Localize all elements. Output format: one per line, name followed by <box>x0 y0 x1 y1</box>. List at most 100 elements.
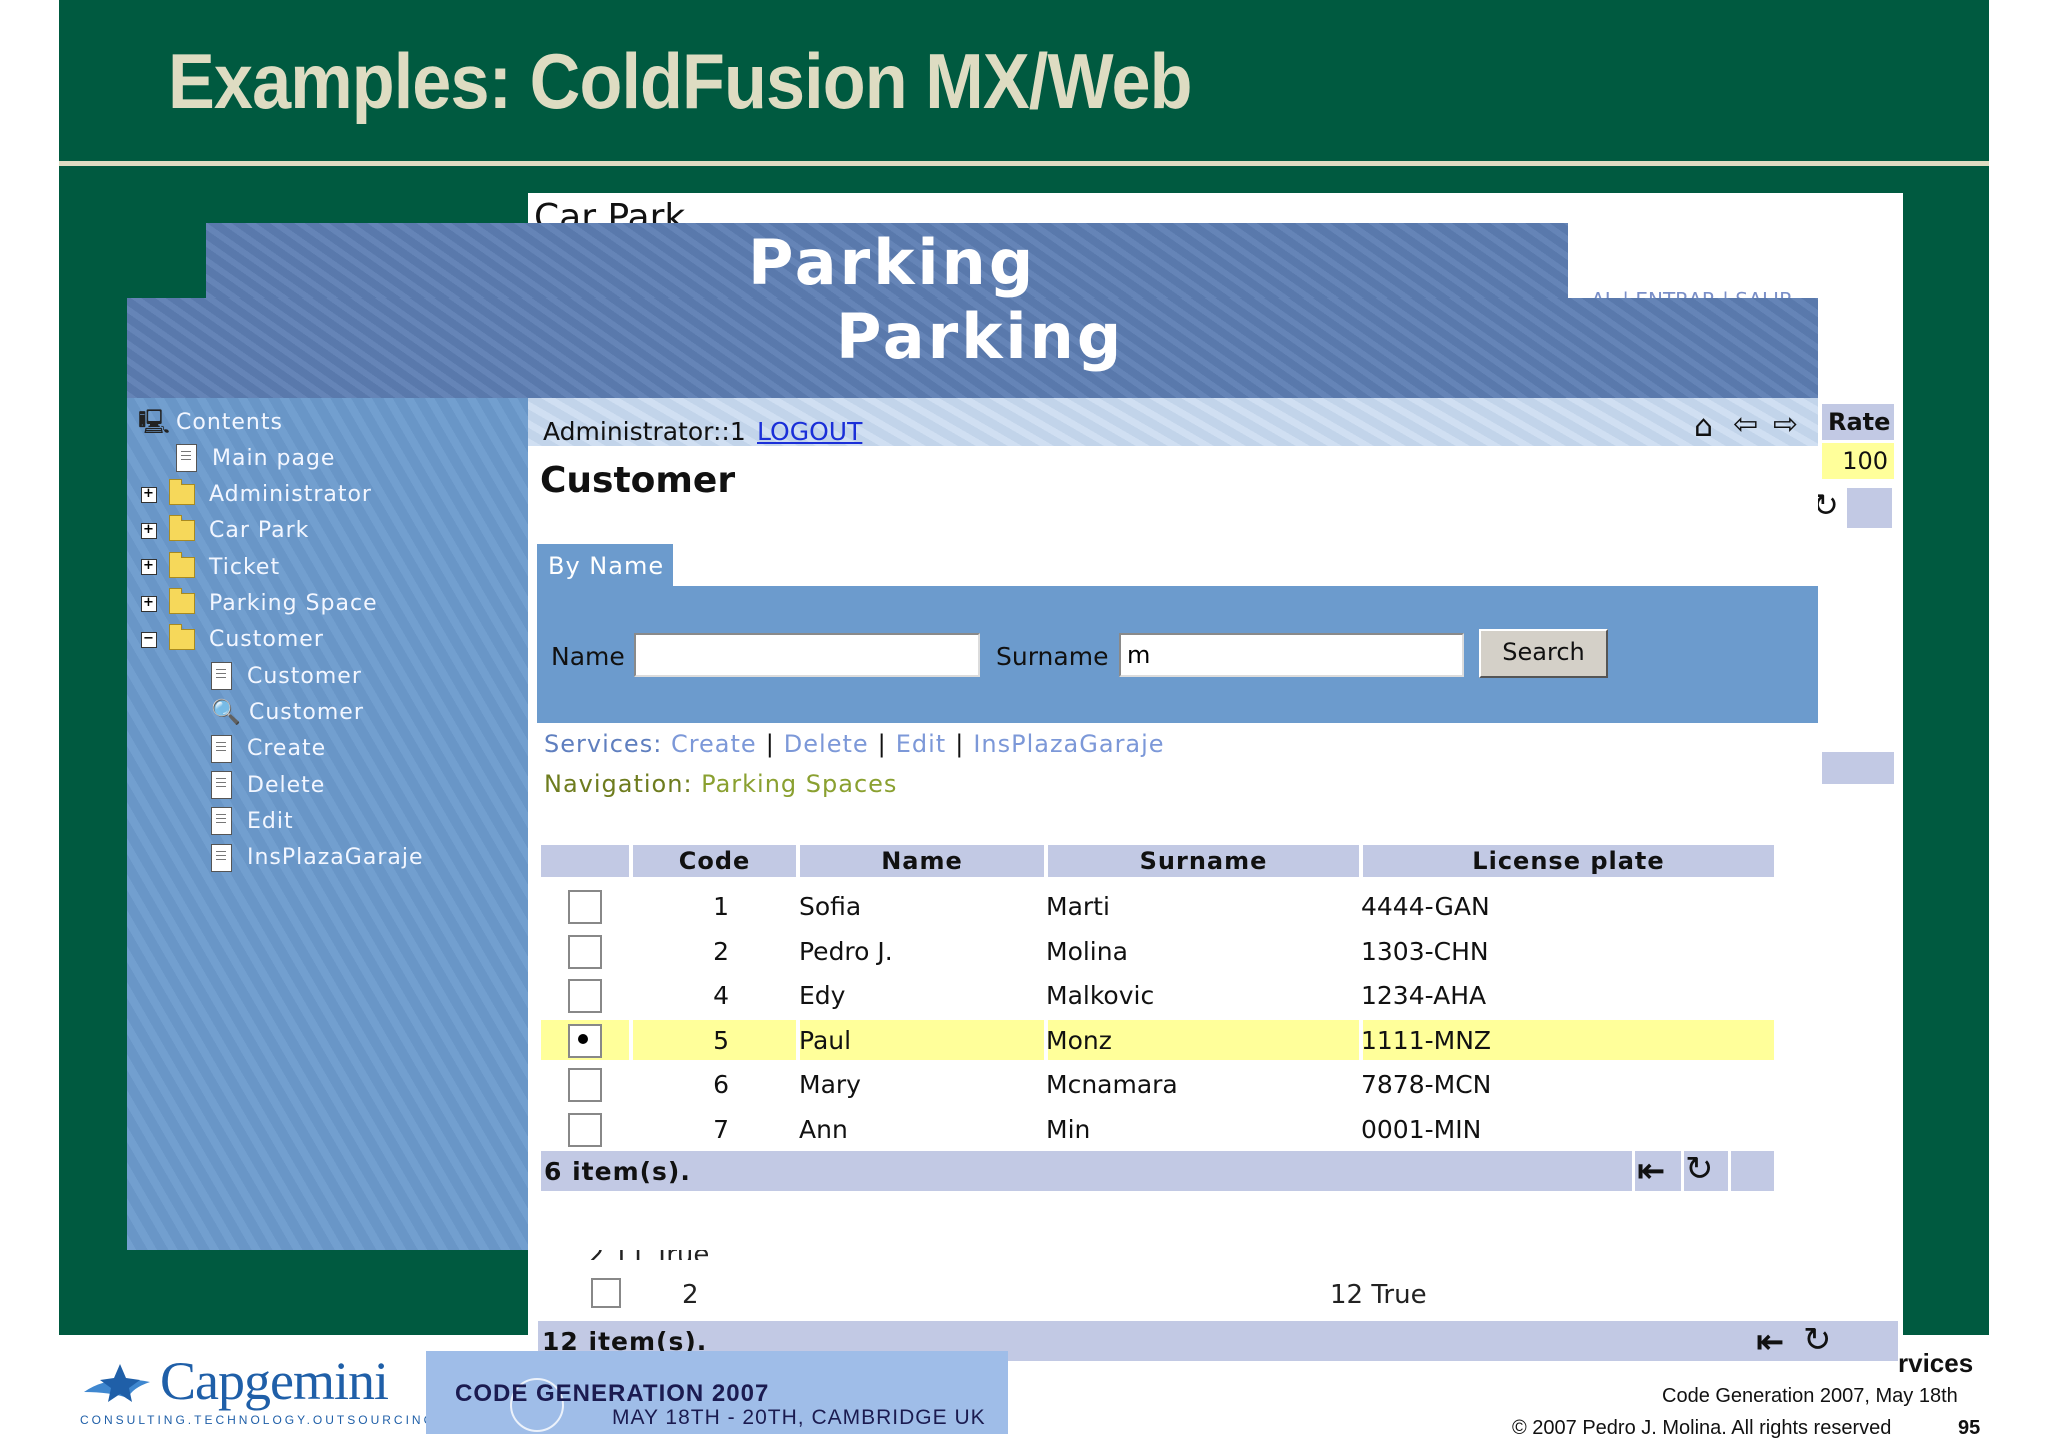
row-checkbox[interactable] <box>568 1068 602 1103</box>
back-first-page-icon[interactable]: ⇤ <box>1756 1322 1785 1362</box>
surname-input[interactable] <box>1119 633 1464 677</box>
page-icon <box>211 662 232 691</box>
service-create-link[interactable]: Create <box>671 730 757 758</box>
page-icon <box>211 771 232 799</box>
expand-icon[interactable]: + <box>141 486 157 503</box>
table-row[interactable]: 7 Ann Min 0001-MIN <box>541 1109 1774 1149</box>
cell-plate: 0001-MIN <box>1361 1115 1482 1144</box>
cell-code: 7 <box>713 1115 729 1144</box>
front-header-title: Parking <box>836 300 1125 373</box>
back-arrow-icon[interactable]: ⇦ <box>1733 410 1758 440</box>
sidebar-item[interactable]: InsPlazaGaraje <box>211 842 424 874</box>
grid-header-code[interactable]: Code <box>633 845 796 877</box>
sidebar-item[interactable]: Customer <box>211 660 362 692</box>
back-rate-column-header: Rate <box>1822 404 1894 440</box>
footer-divider <box>1681 1151 1684 1191</box>
sidebar-item[interactable]: + Parking Space <box>141 588 378 620</box>
user-label: Administrator::1 <box>543 417 746 446</box>
grid-footer <box>541 1151 1774 1191</box>
sidebar-item[interactable]: + Ticket <box>141 551 280 583</box>
refresh-icon[interactable]: ↻ <box>1685 1149 1714 1189</box>
sidebar-item-label: Customer <box>209 627 324 653</box>
page-icon <box>211 807 232 836</box>
back-rate-value: 100 <box>1822 443 1894 479</box>
cell-name: Ann <box>799 1115 848 1144</box>
page-number: 95 <box>1958 1417 1981 1439</box>
table-row[interactable]: 2 Pedro J. Molina 1303-CHN <box>541 931 1774 971</box>
grid-header-surname[interactable]: Surname <box>1048 845 1359 877</box>
item-count: 6 item(s). <box>544 1157 691 1186</box>
navigation-parking-spaces-link[interactable]: Parking Spaces <box>701 770 897 798</box>
cell-plate: 1234-AHA <box>1361 981 1487 1011</box>
cell-code: 4 <box>713 981 729 1011</box>
row-checkbox[interactable] <box>568 1113 602 1147</box>
table-cell <box>1048 1109 1359 1149</box>
footer-event: Code Generation 2007, May 18th <box>1662 1385 1958 1407</box>
sidebar-item-label: Customer <box>247 663 362 689</box>
first-page-icon[interactable]: ⇤ <box>1637 1151 1666 1191</box>
row-checkbox[interactable] <box>568 1023 602 1058</box>
back-refresh-icon[interactable]: ↻ <box>1803 1320 1832 1360</box>
sidebar-item-label: Ticket <box>209 554 281 580</box>
grid-header-name[interactable]: Name <box>800 845 1044 877</box>
navigation-line: Navigation: Parking Spaces <box>544 770 897 798</box>
cell-name: Edy <box>799 981 846 1011</box>
tab-by-name[interactable]: By Name <box>537 544 673 586</box>
sidebar-item-label: Delete <box>247 772 326 798</box>
row-checkbox[interactable] <box>568 934 602 969</box>
service-insplazagaraje-link[interactable]: InsPlazaGaraje <box>973 730 1164 758</box>
back-row-value: 12 True <box>1330 1280 1427 1310</box>
cell-surname: Marti <box>1046 892 1110 921</box>
footer-divider <box>1728 1151 1731 1191</box>
sidebar-item-label: InsPlazaGaraje <box>247 845 424 871</box>
logout-link[interactable]: LOGOUT <box>757 417 862 446</box>
sidebar-item[interactable]: 🖳 Contents <box>138 406 283 438</box>
row-checkbox[interactable] <box>568 979 602 1014</box>
back-row-checkbox[interactable] <box>591 1278 621 1308</box>
expand-icon[interactable]: + <box>141 522 157 539</box>
sidebar-item[interactable]: Edit <box>211 805 294 837</box>
collapse-icon[interactable]: − <box>141 631 157 648</box>
cell-code: 5 <box>713 1025 729 1055</box>
cell-plate: 1111-MNZ <box>1361 1025 1492 1055</box>
expand-icon[interactable]: + <box>141 559 157 576</box>
footer-services: rvices <box>1898 1348 1974 1378</box>
sidebar-item[interactable]: + Car Park <box>141 515 309 547</box>
table-row[interactable]: 6 Mary Mcnamara 7878-MCN <box>541 1064 1774 1104</box>
sidebar-item-label: Car Park <box>209 518 310 544</box>
cell-plate: 7878-MCN <box>1361 1070 1492 1100</box>
back-header-title: Parking <box>748 226 1037 299</box>
sidebar-item[interactable]: Main page <box>176 442 335 474</box>
page-title: Customer <box>540 460 736 501</box>
home-icon[interactable]: ⌂ <box>1694 412 1713 442</box>
service-delete-link[interactable]: Delete <box>784 730 869 758</box>
search-button[interactable]: Search <box>1479 629 1608 678</box>
row-checkbox[interactable] <box>568 890 602 924</box>
table-row[interactable]: 5 Paul Monz 1111-MNZ <box>541 1019 1774 1060</box>
sidebar-item[interactable]: Delete <box>211 769 325 801</box>
sidebar-item-label: Contents <box>176 409 283 435</box>
sidebar-item[interactable]: − Customer <box>141 624 324 656</box>
forward-arrow-icon[interactable]: ⇨ <box>1773 410 1798 440</box>
expand-icon[interactable]: + <box>141 595 157 612</box>
table-row[interactable]: 4 Edy Malkovic 1234-AHA <box>541 975 1774 1015</box>
sidebar-item[interactable]: + Administrator <box>141 479 372 511</box>
folder-icon <box>169 479 195 506</box>
cell-name: Mary <box>799 1070 861 1100</box>
sidebar-item-label: Edit <box>247 808 294 834</box>
services-label: Services: <box>544 730 663 758</box>
name-input[interactable] <box>634 633 980 677</box>
cell-surname: Molina <box>1046 936 1128 966</box>
service-edit-link[interactable]: Edit <box>896 730 946 758</box>
grid-header-license-plate[interactable]: License plate <box>1363 845 1774 877</box>
sidebar-item[interactable]: Create <box>211 733 326 765</box>
back-grid-cell <box>1847 488 1892 528</box>
back-grid-cell <box>1822 752 1894 784</box>
cell-plate: 4444-GAN <box>1361 892 1490 921</box>
sidebar-item[interactable]: 🔍 Customer <box>211 696 364 728</box>
footer-copyright: © 2007 Pedro J. Molina. All rights reser… <box>1512 1417 1892 1439</box>
cell-code: 2 <box>713 936 729 966</box>
table-row[interactable]: 1 Sofia Marti 4444-GAN <box>541 886 1774 926</box>
name-label: Name <box>551 642 625 671</box>
cell-name: Pedro J. <box>799 936 893 966</box>
